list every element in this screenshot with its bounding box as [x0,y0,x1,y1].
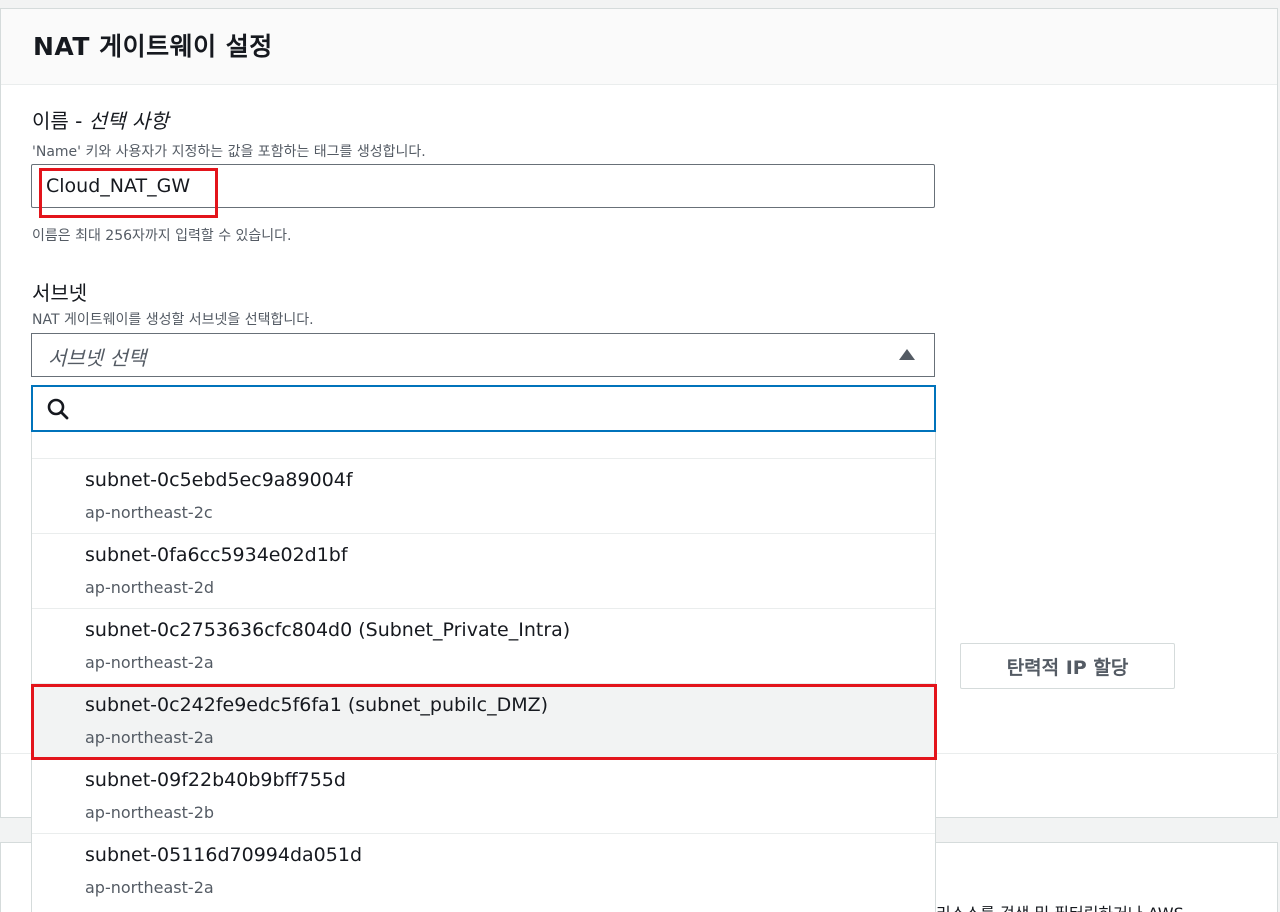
subnet-field-label: 서브넷 [32,281,88,305]
name-label-text: 이름 - [32,109,89,133]
subnet-option-az: ap-northeast-2a [85,728,214,747]
subnet-option[interactable]: subnet-0c5ebd5ec9a89004f ap-northeast-2c [32,458,935,533]
subnet-option[interactable]: subnet-0fa6cc5934e02d1bf ap-northeast-2d [32,533,935,608]
subnet-dropdown-list: subnet-0c5ebd5ec9a89004f ap-northeast-2c… [31,432,936,912]
subnet-option-id: subnet-0c2753636cfc804d0 (Subnet_Private… [85,619,571,641]
subnet-option[interactable]: subnet-0c2753636cfc804d0 (Subnet_Private… [32,608,935,683]
subnet-option-id: subnet-0c5ebd5ec9a89004f [85,469,353,491]
subnet-select-placeholder: 서브넷 선택 [48,346,147,370]
subnet-option-id: subnet-09f22b40b9bff755d [85,769,346,791]
name-label-optional: 선택 사항 [88,109,169,133]
subnet-option-az: ap-northeast-2a [85,653,214,672]
subnet-option-id: subnet-0fa6cc5934e02d1bf [85,544,348,566]
subnet-option-az: ap-northeast-2b [85,803,215,822]
subnet-option-az: ap-northeast-2c [85,503,213,522]
subnet-option-selected[interactable]: subnet-0c242fe9edc5f6fa1 (subnet_pubilc_… [32,683,935,758]
lower-panel-text: 리소스를 검색 및 필터링하거나 AWS [936,900,1184,912]
subnet-option[interactable]: subnet-09f22b40b9bff755d ap-northeast-2b [32,758,935,833]
panel-header: NAT 게이트웨이 설정 [1,9,1277,85]
search-icon [47,398,69,420]
page-title: NAT 게이트웨이 설정 [33,32,273,61]
name-input[interactable] [31,164,935,208]
subnet-search-input[interactable] [81,391,921,427]
name-field-description: 'Name' 키와 사용자가 지정하는 값을 포함하는 태그를 생성합니다. [32,144,426,160]
name-field-constraint: 이름은 최대 256자까지 입력할 수 있습니다. [32,228,292,244]
name-field-label: 이름 - 선택 사항 [32,105,169,134]
subnet-option-id: subnet-05116d70994da051d [85,844,363,866]
subnet-option-az: ap-northeast-2a [85,878,214,897]
subnet-option[interactable]: subnet-05116d70994da051d ap-northeast-2a [32,833,935,908]
subnet-option-id: subnet-0c242fe9edc5f6fa1 (subnet_pubilc_… [85,694,549,716]
subnet-field-description: NAT 게이트웨이를 생성할 서브넷을 선택합니다. [32,312,314,328]
caret-up-icon [899,349,915,360]
subnet-select[interactable]: 서브넷 선택 [31,333,935,377]
allocate-elastic-ip-button[interactable]: 탄력적 IP 할당 [960,643,1175,689]
subnet-search-box[interactable] [31,385,936,432]
subnet-option-az: ap-northeast-2d [85,578,215,597]
